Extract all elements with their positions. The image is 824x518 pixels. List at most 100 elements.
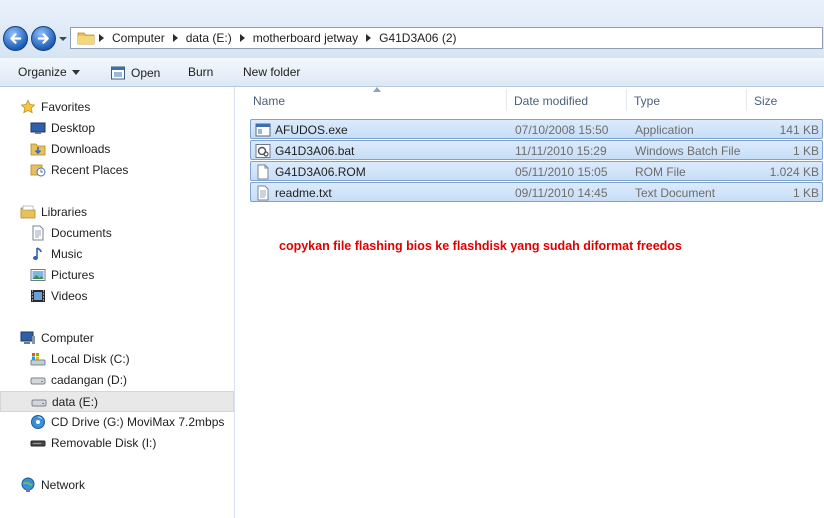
desktop-icon <box>30 122 46 134</box>
breadcrumb-separator-icon <box>172 34 179 42</box>
file-name: AFUDOS.exe <box>275 123 348 137</box>
nav-local-disk-c[interactable]: Local Disk (C:) <box>0 349 234 370</box>
open-button[interactable]: Open <box>110 65 160 81</box>
recent-pages-chevron-down-icon[interactable] <box>58 34 68 44</box>
file-name: G41D3A06.ROM <box>275 165 366 179</box>
breadcrumb-label: data (E:) <box>185 31 232 45</box>
nav-pictures[interactable]: Pictures <box>0 265 234 286</box>
address-bar-area: Computer data (E:) motherboard jetway G4… <box>0 0 824 58</box>
file-date-modified: 09/11/2010 14:45 <box>515 186 608 200</box>
file-date-modified: 05/11/2010 15:05 <box>515 165 608 179</box>
column-divider[interactable] <box>746 89 747 111</box>
breadcrumb-data-drive[interactable]: data (E:) <box>172 31 232 45</box>
file-date-modified: 11/11/2010 15:29 <box>515 144 607 158</box>
file-date-modified: 07/10/2008 15:50 <box>515 123 609 137</box>
file-type: Windows Batch File <box>635 144 741 158</box>
breadcrumb-current-folder[interactable]: G41D3A06 (2) <box>366 31 456 45</box>
file-row-g41d3a06-rom[interactable]: G41D3A06.ROM 05/11/2010 15:05 ROM File 1… <box>250 161 823 181</box>
nav-cd-drive-g[interactable]: CD Drive (G:) MoviMax 7.2mbps <box>0 412 234 433</box>
breadcrumb-label: Computer <box>112 31 165 45</box>
drive-icon <box>30 377 46 385</box>
column-divider[interactable] <box>626 89 627 111</box>
music-icon <box>33 247 42 260</box>
breadcrumb-label: motherboard jetway <box>252 31 359 45</box>
file-size: 141 KB <box>779 123 819 137</box>
column-header-name[interactable]: Name <box>253 94 285 108</box>
cd-drive-icon <box>31 415 45 429</box>
nav-favorites[interactable]: Favorites <box>0 97 234 118</box>
nav-documents[interactable]: Documents <box>0 223 234 244</box>
column-header-type[interactable]: Type <box>634 94 660 108</box>
nav-downloads[interactable]: Downloads <box>0 139 234 160</box>
back-button[interactable] <box>3 26 28 51</box>
file-row-g41d3a06-bat[interactable]: G41D3A06.bat 11/11/2010 15:29 Windows Ba… <box>250 140 823 160</box>
arrow-right-icon <box>37 33 49 44</box>
open-label: Open <box>131 66 161 80</box>
column-header-size[interactable]: Size <box>754 94 777 108</box>
nav-cadangan-d-label: cadangan (D:) <box>51 373 128 387</box>
sort-ascending-icon <box>373 87 381 92</box>
column-divider[interactable] <box>506 89 507 111</box>
nav-libraries[interactable]: Libraries <box>0 202 234 223</box>
breadcrumb-label: G41D3A06 (2) <box>379 31 457 45</box>
libraries-icon <box>20 205 36 219</box>
exe-icon <box>255 123 271 137</box>
documents-icon <box>32 225 44 241</box>
breadcrumb-computer[interactable]: Computer <box>99 31 165 45</box>
drive-icon <box>31 399 47 407</box>
videos-icon <box>31 290 45 302</box>
pictures-icon <box>30 269 46 281</box>
breadcrumb-separator-icon <box>366 34 372 42</box>
arrow-left-icon <box>10 33 22 44</box>
file-size: 1.024 KB <box>769 165 819 179</box>
address-field[interactable]: Computer data (E:) motherboard jetway G4… <box>70 27 823 49</box>
nav-music[interactable]: Music <box>0 244 234 265</box>
nav-data-e-label: data (E:) <box>52 395 99 409</box>
burn-button[interactable]: Burn <box>188 65 213 79</box>
nav-videos-label: Videos <box>51 289 88 303</box>
file-row-readme-txt[interactable]: readme.txt 09/11/2010 14:45 Text Documen… <box>250 182 823 202</box>
chevron-down-icon <box>71 69 80 75</box>
folder-icon <box>77 32 95 45</box>
nav-removable-disk-i-label: Removable Disk (I:) <box>51 436 157 450</box>
nav-desktop[interactable]: Desktop <box>0 118 234 139</box>
breadcrumb-separator-icon <box>99 34 105 42</box>
command-bar: Organize Open Burn New folder <box>0 58 824 87</box>
nav-desktop-label: Desktop <box>51 121 96 135</box>
batch-file-icon <box>255 144 271 158</box>
nav-network-label: Network <box>41 478 86 492</box>
local-disk-icon <box>30 353 46 366</box>
network-icon <box>21 477 35 492</box>
column-header-date-modified[interactable]: Date modified <box>514 94 588 108</box>
nav-computer[interactable]: Computer <box>0 328 234 349</box>
computer-icon <box>20 331 35 344</box>
burn-label: Burn <box>188 65 214 79</box>
breadcrumb-separator-icon <box>239 34 246 42</box>
forward-button[interactable] <box>31 26 56 51</box>
organize-button[interactable]: Organize <box>18 65 85 79</box>
new-folder-button[interactable]: New folder <box>243 65 300 79</box>
application-window-icon <box>111 66 125 80</box>
file-size: 1 KB <box>792 186 819 200</box>
nav-network[interactable]: Network <box>0 475 234 496</box>
nav-downloads-label: Downloads <box>51 142 111 156</box>
star-icon <box>20 99 36 114</box>
nav-recent-places[interactable]: Recent Places <box>0 160 234 181</box>
nav-cadangan-d[interactable]: cadangan (D:) <box>0 370 234 391</box>
file-type: Text Document <box>635 186 716 200</box>
organize-label: Organize <box>18 65 67 79</box>
nav-data-e[interactable]: data (E:) <box>0 391 234 412</box>
recent-places-icon <box>30 164 46 177</box>
nav-local-disk-c-label: Local Disk (C:) <box>51 352 130 366</box>
breadcrumb-motherboard-jetway[interactable]: motherboard jetway <box>239 31 359 45</box>
nav-removable-disk-i[interactable]: Removable Disk (I:) <box>0 433 234 454</box>
file-row-afudos-exe[interactable]: AFUDOS.exe 07/10/2008 15:50 Application … <box>250 119 823 139</box>
navigation-pane: Favorites Desktop Downloads Recent Place… <box>0 87 235 518</box>
nav-music-label: Music <box>51 247 83 261</box>
column-headers: Name Date modified Type Size <box>235 87 824 115</box>
nav-videos[interactable]: Videos <box>0 286 234 307</box>
file-type: ROM File <box>635 165 686 179</box>
nav-cd-drive-g-label: CD Drive (G:) MoviMax 7.2mbps <box>51 415 225 429</box>
file-name: G41D3A06.bat <box>275 144 355 158</box>
nav-libraries-label: Libraries <box>41 205 88 219</box>
